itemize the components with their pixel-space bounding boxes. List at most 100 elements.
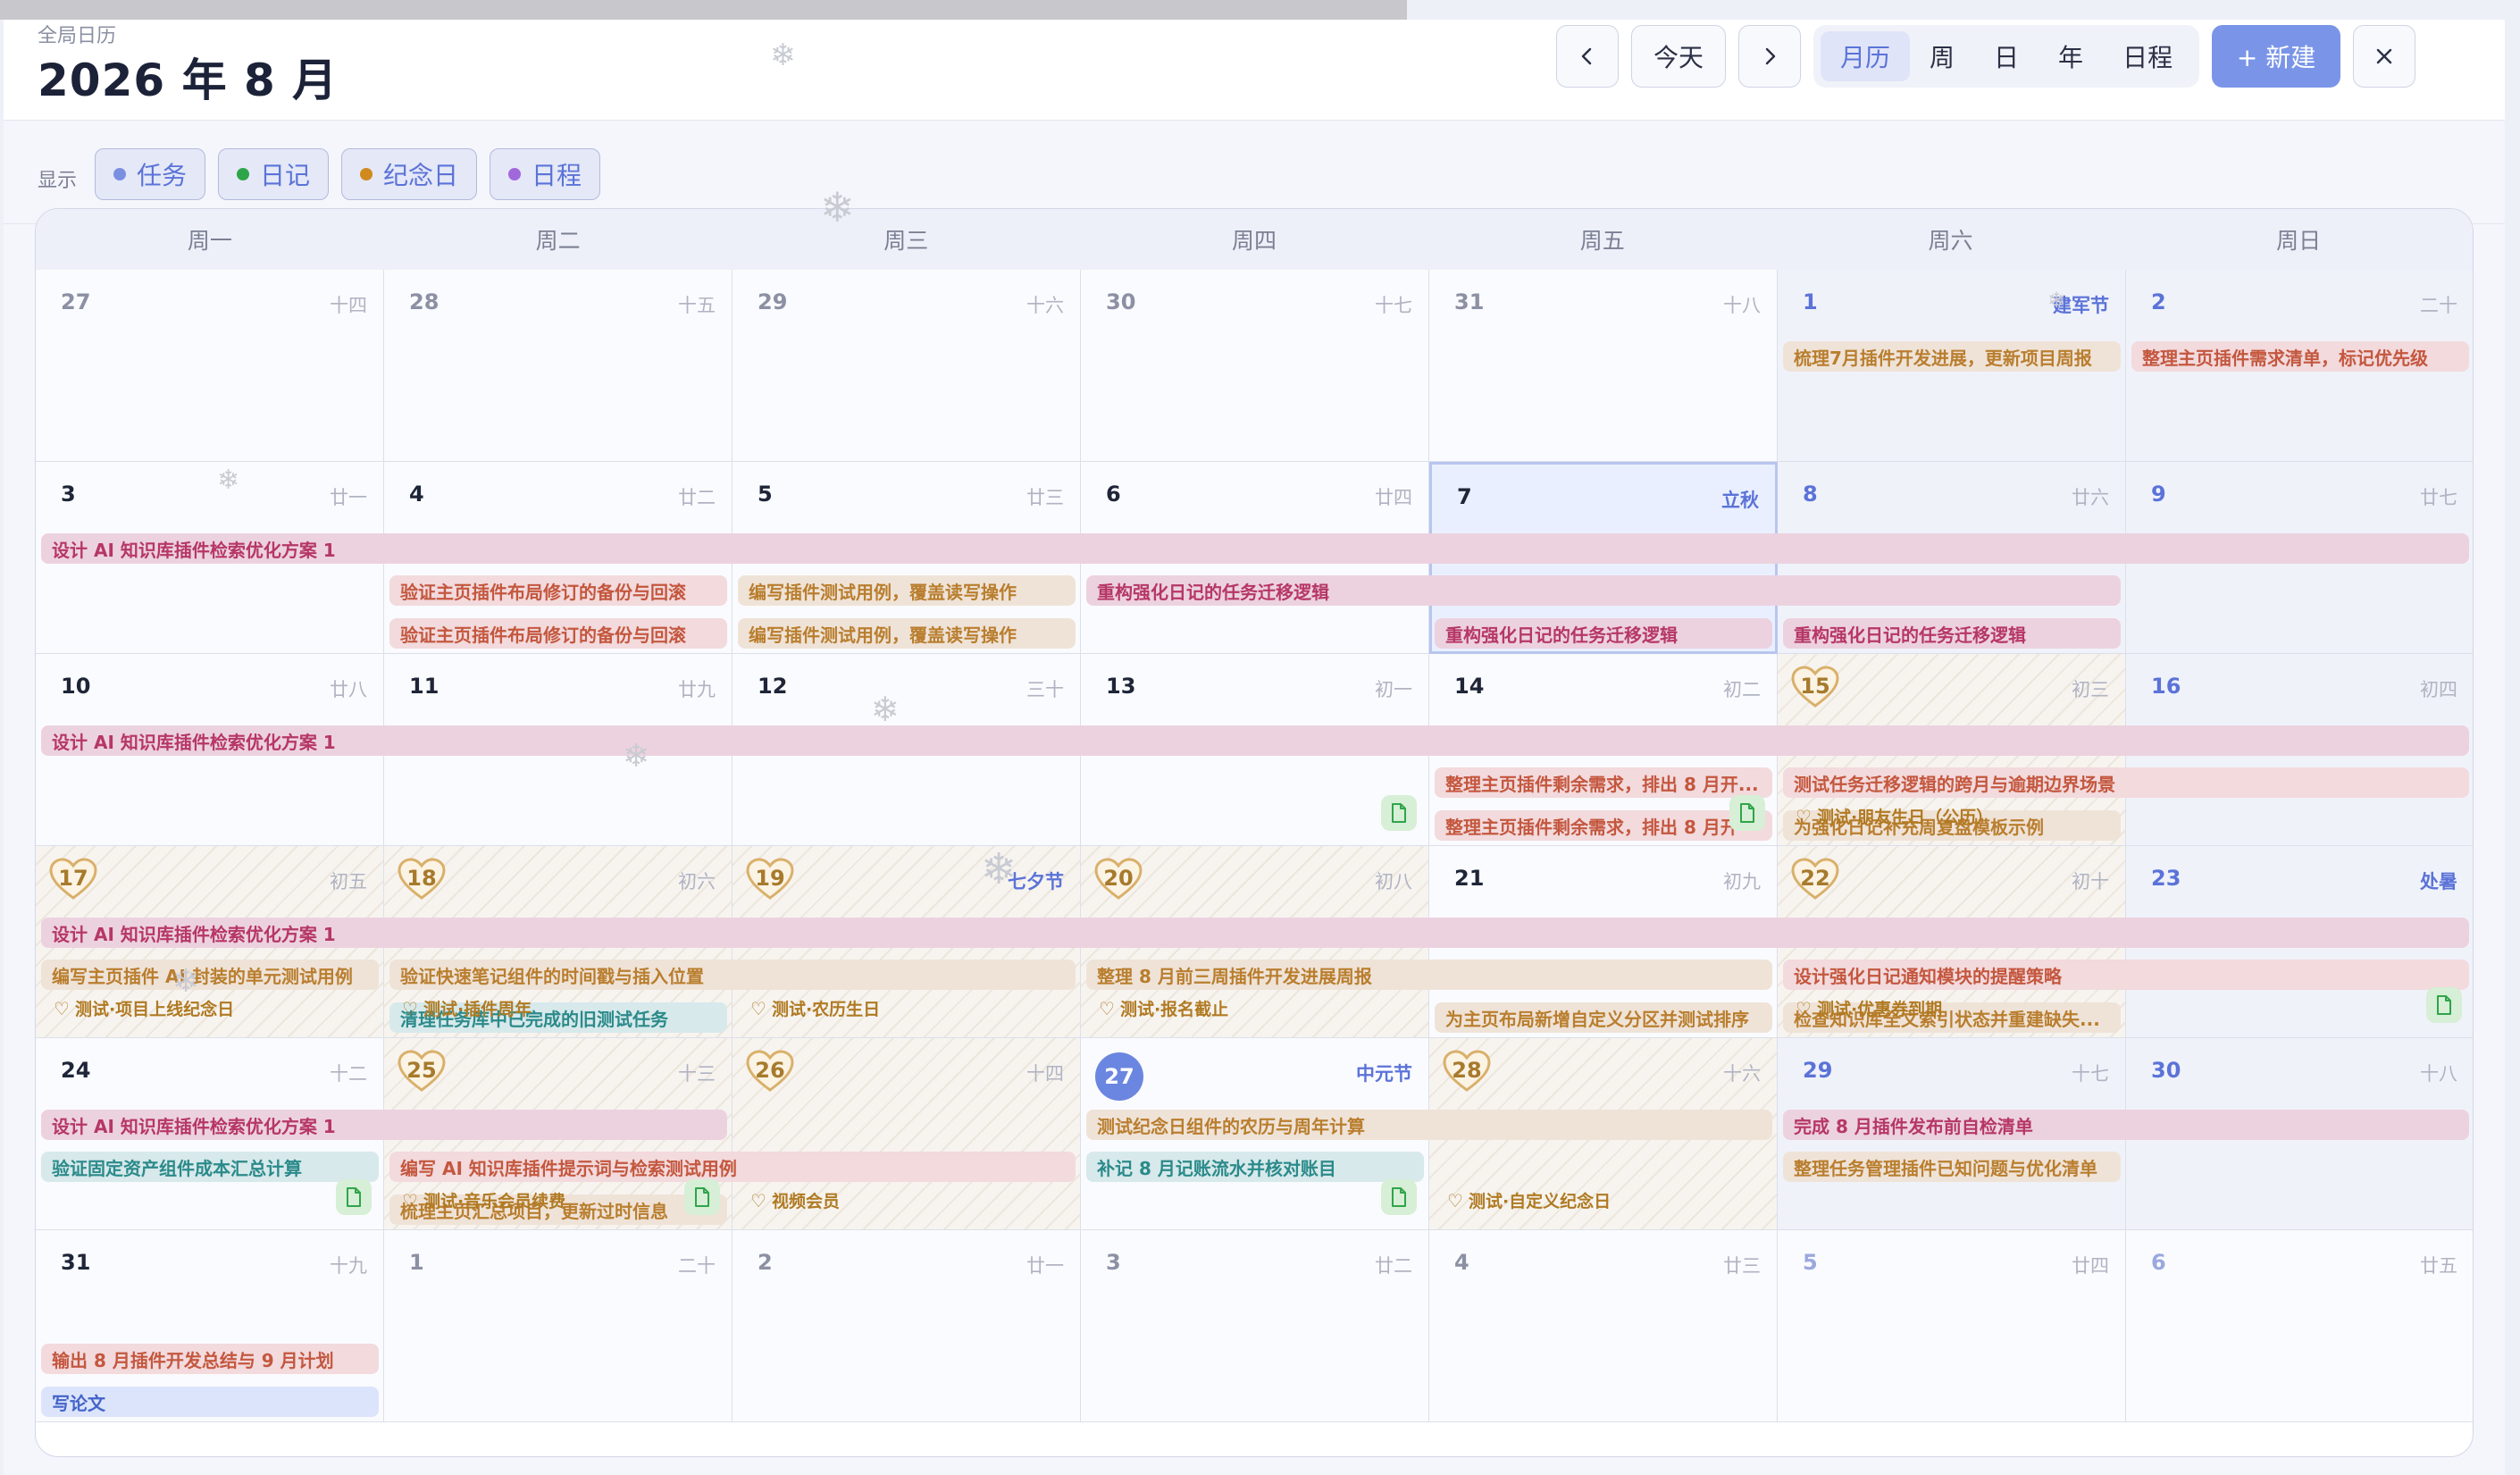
- day-number: 4: [1454, 1250, 1469, 1275]
- day-cell[interactable]: 29 十六: [733, 270, 1081, 462]
- event-bar[interactable]: 重构强化日记的任务迁移逻辑: [1086, 575, 2121, 606]
- day-number: 3: [61, 482, 76, 507]
- event-bar[interactable]: 为主页布局新增自定义分区并测试排序: [1435, 1002, 1772, 1033]
- anniversary-item[interactable]: ♡ 测试·报名截止: [1099, 996, 1228, 1020]
- event-bar[interactable]: 设计强化日记通知模块的提醒策略: [1783, 960, 2469, 990]
- filter-chip[interactable]: 纪念日: [341, 148, 478, 200]
- day-cell[interactable]: 28 十五: [384, 270, 733, 462]
- day-number: 29: [758, 289, 788, 314]
- lunar-date: 十四: [330, 295, 367, 316]
- document-icon: [695, 1187, 709, 1207]
- event-bar[interactable]: 整理主页插件需求清单，标记优先级: [2131, 341, 2469, 372]
- event-bar[interactable]: 编写插件测试用例，覆盖读写操作: [738, 575, 1076, 606]
- event-bar[interactable]: 编写插件测试用例，覆盖读写操作: [738, 618, 1076, 649]
- event-bar[interactable]: 验证主页插件布局修订的备份与回滚: [389, 575, 727, 606]
- day-number: 13: [1106, 674, 1136, 699]
- event-bar[interactable]: 编写主页插件 AI 封装的单元测试用例: [41, 960, 379, 990]
- day-number: 9: [2151, 482, 2166, 507]
- filter-chip[interactable]: 日记: [218, 148, 330, 200]
- day-cell[interactable]: 6 廿五: [2126, 1230, 2473, 1422]
- event-bar[interactable]: 整理任务管理插件已知问题与优化清单: [1783, 1152, 2121, 1182]
- event-bar[interactable]: 验证快速笔记组件的时间戳与插入位置: [389, 960, 1076, 990]
- event-bar[interactable]: 梳理7月插件开发进展，更新项目周报: [1783, 341, 2121, 372]
- anniversary-item[interactable]: ♡ 测试·插件周年: [402, 996, 532, 1020]
- lunar-date: 廿三: [1026, 487, 1064, 508]
- anniversary-label: 测试·朋友生日（公历）: [1816, 808, 1994, 827]
- anniversary-label: 测试·优惠券到期: [1816, 1000, 1943, 1019]
- diary-entry-button[interactable]: [1381, 1179, 1417, 1215]
- event-bar[interactable]: 重构强化日记的任务迁移逻辑: [1435, 618, 1772, 649]
- close-button[interactable]: [2353, 25, 2416, 88]
- view-schedule-tab[interactable]: 日程: [2103, 31, 2192, 81]
- anniversary-item[interactable]: ♡ 测试·优惠券到期: [1796, 996, 1942, 1020]
- day-number: 1: [409, 1250, 424, 1275]
- anniversary-item[interactable]: ♡ 测试·朋友生日（公历）: [1796, 804, 1993, 828]
- anniversary-item[interactable]: ♡ 测试·音乐会员续费: [402, 1188, 565, 1212]
- lunar-date: 初十: [2072, 871, 2109, 893]
- day-number: 30: [2151, 1058, 2181, 1083]
- event-bar[interactable]: 补记 8 月记账流水并核对账目: [1086, 1152, 1424, 1182]
- event-bar[interactable]: 设计 AI 知识库插件检索优化方案 1: [41, 1110, 727, 1140]
- event-bar[interactable]: 设计 AI 知识库插件检索优化方案 1: [41, 533, 2469, 564]
- next-month-button[interactable]: [1738, 25, 1801, 88]
- lunar-date: 十五: [678, 295, 716, 316]
- anniversary-item[interactable]: ♡ 测试·自定义纪念日: [1447, 1188, 1611, 1212]
- event-bar[interactable]: 输出 8 月插件开发总结与 9 月计划: [41, 1344, 379, 1374]
- day-cell[interactable]: 1 二十: [384, 1230, 733, 1422]
- diary-entry-button[interactable]: [336, 1179, 372, 1215]
- diary-entry-button[interactable]: [1729, 795, 1765, 831]
- day-number: 4: [409, 482, 424, 507]
- view-year-tab[interactable]: 年: [2039, 31, 2103, 81]
- filter-chip[interactable]: 日程: [490, 148, 601, 200]
- day-number: 5: [1803, 1250, 1818, 1275]
- filter-chip-label: 任务: [137, 161, 188, 190]
- snowflake-icon: ❄: [820, 183, 855, 231]
- event-bar[interactable]: 整理主页插件剩余需求，排出 8 月开...: [1435, 767, 1772, 798]
- today-button[interactable]: 今天: [1631, 25, 1726, 88]
- diary-entry-button[interactable]: [1381, 795, 1417, 831]
- heart-outline-icon: ♡: [54, 997, 70, 1019]
- anniversary-item[interactable]: ♡ 视频会员: [750, 1188, 840, 1212]
- view-week-tab[interactable]: 周: [1910, 31, 1974, 81]
- day-cell[interactable]: 30 十七: [1081, 270, 1429, 462]
- event-bar[interactable]: 测试纪念日组件的农历与周年计算: [1086, 1110, 1772, 1140]
- anniversary-label: 测试·报名截止: [1119, 1000, 1229, 1019]
- view-day-tab[interactable]: 日: [1974, 31, 2039, 81]
- event-bar[interactable]: 设计 AI 知识库插件检索优化方案 1: [41, 918, 2469, 948]
- filter-label: 显示: [38, 170, 78, 192]
- event-bar[interactable]: 整理主页插件剩余需求，排出 8 月开: [1435, 810, 1772, 841]
- day-cell[interactable]: 31 十八: [1429, 270, 1778, 462]
- day-number: 6: [1106, 482, 1121, 507]
- day-number: 30: [1106, 289, 1136, 314]
- anniversary-label: 测试·音乐会员续费: [423, 1192, 566, 1211]
- heart-outline-icon: ♡: [402, 997, 418, 1019]
- filter-dot-icon: [237, 168, 250, 180]
- filter-chip[interactable]: 任务: [95, 148, 206, 200]
- day-number: 18: [406, 866, 437, 891]
- event-bar[interactable]: 验证主页插件布局修订的备份与回滚: [389, 618, 727, 649]
- event-bar[interactable]: 重构强化日记的任务迁移逻辑: [1783, 618, 2121, 649]
- view-month-tab[interactable]: 月历: [1821, 31, 1911, 81]
- anniversary-item[interactable]: ♡ 测试·农历生日: [750, 996, 880, 1020]
- event-bar[interactable]: 测试任务迁移逻辑的跨月与逾期边界场景: [1783, 767, 2469, 798]
- event-bar[interactable]: 整理 8 月前三周插件开发进展周报: [1086, 960, 1772, 990]
- diary-entry-button[interactable]: [684, 1179, 720, 1215]
- event-bar[interactable]: 编写 AI 知识库插件提示词与检索测试用例: [389, 1152, 1076, 1182]
- day-cell[interactable]: 4 廿三: [1429, 1230, 1778, 1422]
- event-bar[interactable]: 完成 8 月插件发布前自检清单: [1783, 1110, 2469, 1140]
- anniversary-item[interactable]: ♡ 测试·项目上线纪念日: [54, 996, 234, 1020]
- header: 全局日历 2026 年 8 月 今天 月历 周 日 年 日程 + 新建: [4, 20, 2505, 121]
- day-cell[interactable]: 5 廿四: [1778, 1230, 2126, 1422]
- day-number: 8: [1803, 482, 1818, 507]
- prev-month-button[interactable]: [1556, 25, 1619, 88]
- filter-dot-icon: [508, 168, 522, 180]
- day-cell[interactable]: 27 十四: [36, 270, 384, 462]
- event-bar[interactable]: 设计 AI 知识库插件检索优化方案 1: [41, 725, 2469, 756]
- diary-entry-button[interactable]: [2426, 987, 2462, 1023]
- event-bar[interactable]: 验证固定资产组件成本汇总计算: [41, 1152, 379, 1182]
- lunar-date: 初五: [330, 871, 367, 893]
- new-event-button[interactable]: + 新建: [2212, 25, 2341, 88]
- day-cell[interactable]: 3 廿二: [1081, 1230, 1429, 1422]
- event-bar[interactable]: 写论文: [41, 1387, 379, 1417]
- day-cell[interactable]: 2 廿一: [733, 1230, 1081, 1422]
